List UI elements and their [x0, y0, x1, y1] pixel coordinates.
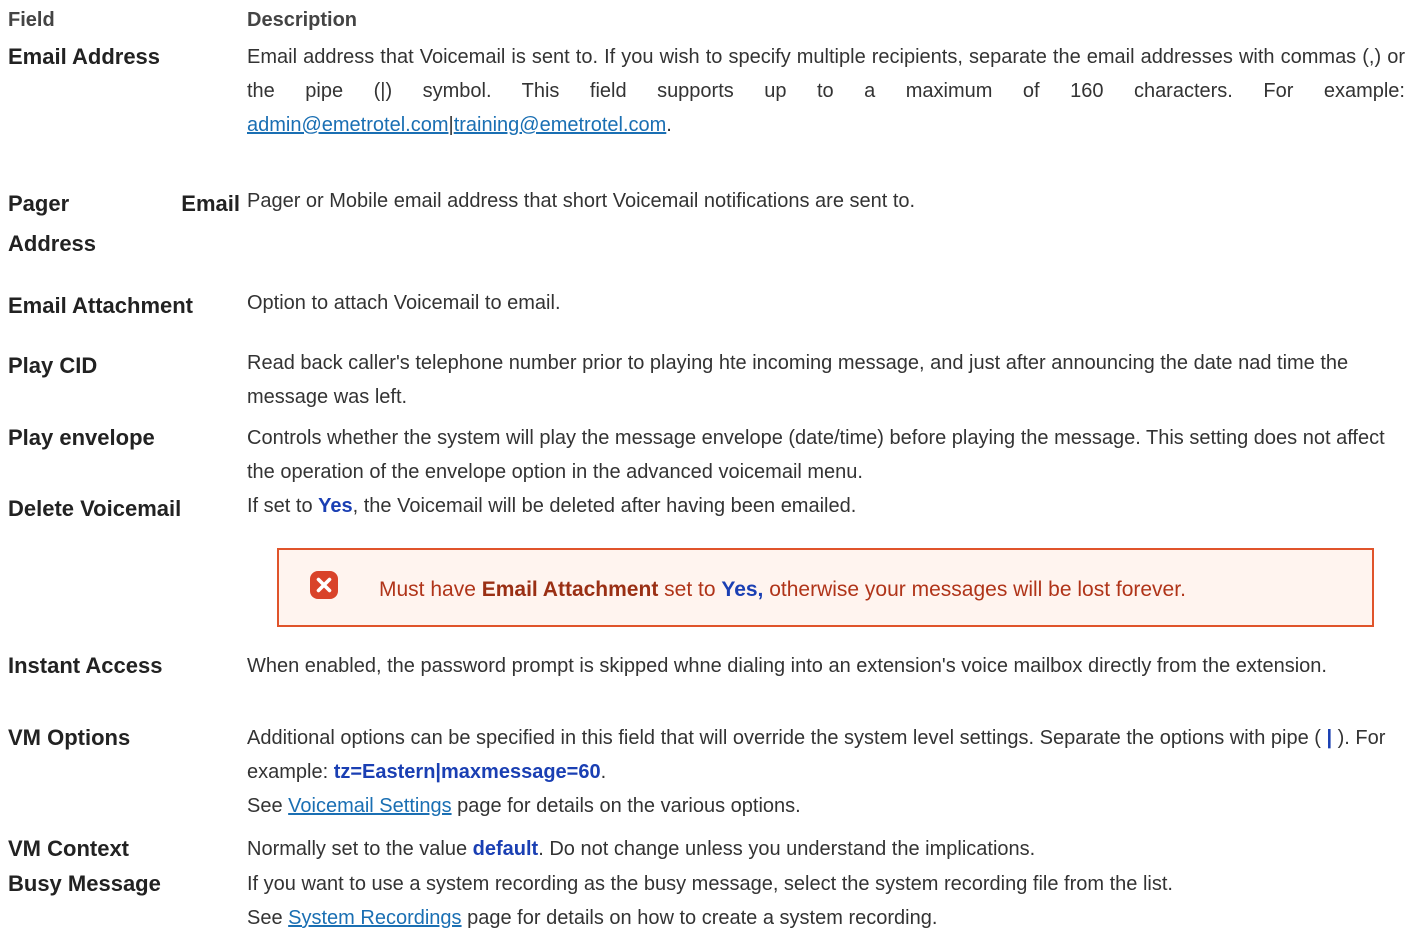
warning-text: Must have Email Attachment set to Yes, o…: [379, 576, 1186, 604]
field-busy-message: Busy Message: [8, 871, 161, 896]
error-x-icon: [310, 571, 338, 599]
link-training-email[interactable]: training@emetrotel.com: [454, 114, 667, 136]
desc-vm-options-see-pre: See: [247, 795, 289, 817]
link-voicemail-settings[interactable]: Voicemail Settings: [288, 795, 451, 817]
desc-busy-message-text: If you want to use a system recording as…: [247, 873, 1173, 895]
voicemail-field-reference: Field Description Email Address Email ad…: [0, 0, 1422, 934]
desc-email-address-end: .: [666, 114, 672, 136]
desc-email-attachment: Option to attach Voicemail to email.: [247, 292, 561, 314]
warning-pre: Must have: [379, 578, 482, 601]
warning-yes: Yes,: [721, 578, 764, 601]
desc-vm-options-pre: Additional options can be specified in t…: [247, 727, 1327, 749]
link-system-recordings[interactable]: System Recordings: [288, 907, 461, 929]
desc-email-address-text: Email address that Voicemail is sent to.…: [247, 46, 1405, 102]
desc-busy-see-post: page for details on how to create a syst…: [461, 907, 938, 929]
field-email-attachment: Email Attachment: [8, 293, 194, 318]
warning-email-attachment: Email Attachment: [481, 578, 659, 601]
desc-busy-message: If you want to use a system recording as…: [247, 867, 1387, 935]
keyword-yes: Yes: [318, 495, 353, 517]
desc-vm-options-see-post: page for details on the various options.: [451, 795, 801, 817]
field-play-cid: Play CID: [8, 353, 98, 378]
desc-delete-post: , the Voicemail will be deleted after ha…: [352, 495, 857, 517]
desc-pager-email-address: Pager or Mobile email address that short…: [247, 190, 916, 212]
desc-busy-see-pre: See: [247, 907, 289, 929]
field-delete-voicemail: Delete Voicemail: [8, 496, 182, 521]
desc-vm-options-end: .: [600, 761, 607, 783]
column-header-description: Description: [247, 9, 358, 31]
desc-email-address: Email address that Voicemail is sent to.…: [247, 40, 1405, 142]
warning-alert: Must have Email Attachment set to Yes, o…: [277, 548, 1374, 627]
field-play-envelope: Play envelope: [8, 425, 155, 450]
field-vm-context: VM Context: [8, 836, 129, 861]
field-pager-email-line2: Address: [8, 231, 97, 256]
keyword-default: default: [472, 838, 539, 860]
keyword-example-options: tz=Eastern|maxmessage=60: [333, 761, 601, 783]
link-admin-email[interactable]: admin@emetrotel.com: [247, 114, 448, 136]
field-vm-options: VM Options: [8, 725, 131, 750]
desc-play-envelope: Controls whether the system will play th…: [247, 427, 1385, 483]
desc-vm-context-post: . Do not change unless you understand th…: [538, 838, 1036, 860]
desc-delete-pre: If set to: [247, 495, 319, 517]
warning-mid: set to: [658, 578, 722, 601]
desc-vm-options: Additional options can be specified in t…: [247, 721, 1387, 823]
desc-play-cid: Read back caller's telephone number prio…: [247, 352, 1349, 408]
desc-delete-voicemail: If set to Yes, the Voicemail will be del…: [247, 489, 1405, 523]
field-pager-email-line1: Pager Email: [8, 191, 240, 216]
warning-post: otherwise your messages will be lost for…: [763, 578, 1186, 601]
field-email-address: Email Address: [8, 44, 161, 69]
desc-vm-context-pre: Normally set to the value: [247, 838, 473, 860]
field-pager-email-address: Pager Email Address: [8, 184, 240, 264]
desc-instant-access: When enabled, the password prompt is ski…: [247, 655, 1327, 677]
field-instant-access: Instant Access: [8, 653, 163, 678]
column-header-field: Field: [8, 9, 55, 31]
desc-vm-context: Normally set to the value default. Do no…: [247, 832, 1405, 866]
